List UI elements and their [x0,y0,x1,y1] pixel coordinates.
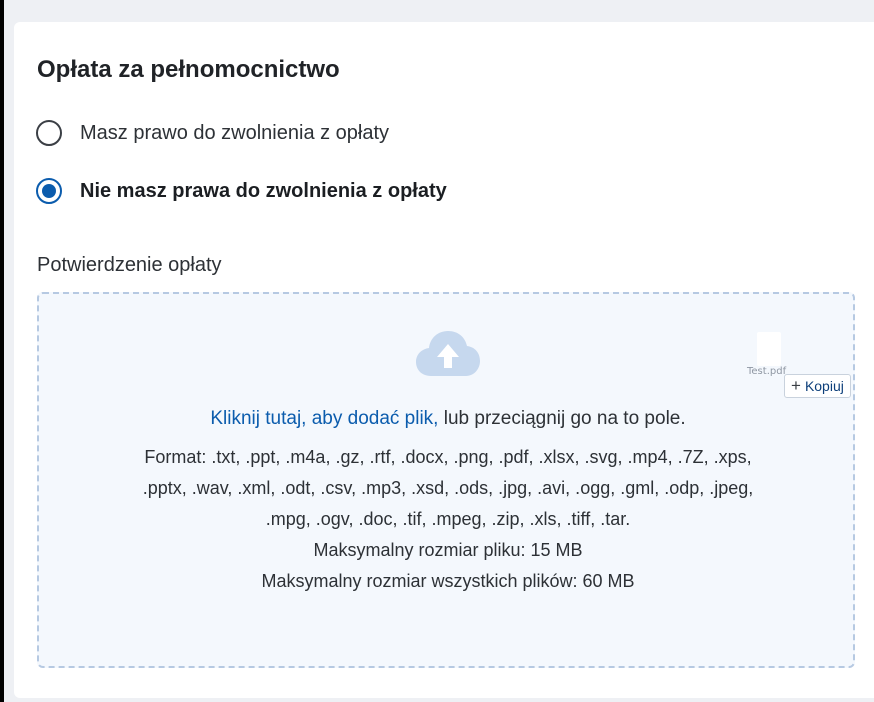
max-file-size: Maksymalny rozmiar pliku: 15 MB [313,540,583,560]
radio-button-exempt[interactable] [36,120,62,146]
copy-tooltip-label: Kopiuj [804,377,844,394]
file-dropzone[interactable]: Test.pdf + Kopiuj Kliknij tutaj, aby dod… [37,292,855,668]
add-file-link[interactable]: Kliknij tutaj, aby dodać plik, [210,408,438,429]
max-total-size: Maksymalny rozmiar wszystkich plików: 60… [261,571,635,591]
radio-label-exempt: Masz prawo do zwolnienia z opłaty [80,121,390,144]
dragged-file-name: Test.pdf [747,366,787,377]
plus-icon: + [791,376,801,395]
upload-instruction-suffix: lub przeciągnij go na to pole. [438,408,686,429]
radio-option-exempt[interactable]: Masz prawo do zwolnienia z opłaty [36,120,389,146]
cloud-upload-icon [416,331,480,376]
upload-instruction: Kliknij tutaj, aby dodać plik, lub przec… [39,408,857,430]
radio-button-not-exempt[interactable] [36,178,62,204]
section-title: Opłata za pełnomocnictwo [37,56,340,83]
radio-label-not-exempt: Nie masz prawa do zwolnienia z opłaty [80,179,447,202]
confirmation-label: Potwierdzenie opłaty [37,254,222,276]
allowed-formats: Format: .txt, .ppt, .m4a, .gz, .rtf, .do… [142,447,754,529]
copy-drop-tooltip: + Kopiuj [784,374,851,398]
fee-section-card: Opłata za pełnomocnictwo Masz prawo do z… [14,22,874,698]
window-frame-edge [0,0,4,702]
upload-requirements: Format: .txt, .ppt, .m4a, .gz, .rtf, .do… [129,442,767,597]
dragged-file-icon [757,332,781,366]
radio-option-not-exempt[interactable]: Nie masz prawa do zwolnienia z opłaty [36,178,447,204]
